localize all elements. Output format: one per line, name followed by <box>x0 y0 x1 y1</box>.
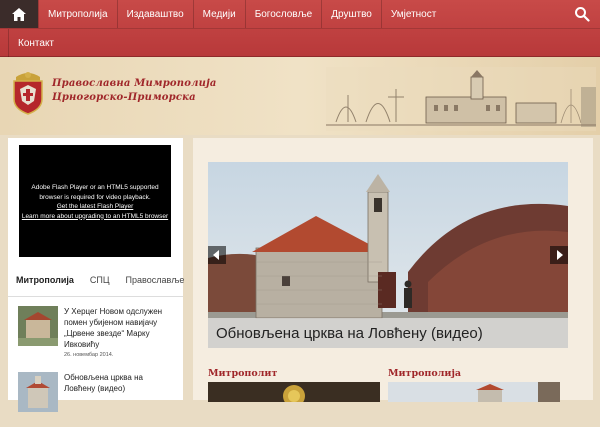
site-title-line2: Црногорско-Приморска <box>52 92 196 103</box>
section-title-mitropolija[interactable]: Митрополија <box>388 368 461 379</box>
monastery-illustration <box>326 67 596 131</box>
tab-spc[interactable]: СПЦ <box>82 264 118 296</box>
news-thumbnail[interactable] <box>18 372 58 412</box>
nav-item-mediji[interactable]: Медији <box>192 0 245 28</box>
nav-item-umjetnost[interactable]: Умјетност <box>380 0 445 28</box>
nav-item-mitropolija[interactable]: Митрополија <box>38 0 117 28</box>
section-image-mitropolit[interactable] <box>208 382 380 402</box>
nav-item-drustvo[interactable]: Друштво <box>321 0 381 28</box>
news-thumbnail[interactable] <box>18 306 58 346</box>
coat-of-arms-logo[interactable] <box>10 69 46 115</box>
nav-row-primary: Митрополија Издаваштво Медији Богословље… <box>0 0 445 28</box>
section-image-mitropolija[interactable] <box>388 382 560 402</box>
section-title-mitropolit[interactable]: Митрополит <box>208 368 277 379</box>
news-title[interactable]: Обновљена црква на Ловћену (видео) <box>64 372 176 394</box>
nav-item-bogoslovlje[interactable]: Богословље <box>244 0 322 28</box>
list-item[interactable]: У Херцег Новом одслужен помен убијеном н… <box>18 306 178 361</box>
news-date: 26. новембар 2014. <box>64 352 114 358</box>
nav-row-secondary: Контакт <box>0 28 600 57</box>
main-content: Обновљена црква на Ловћену (видео) Митро… <box>193 138 593 402</box>
chevron-left-icon <box>213 250 219 260</box>
slide-caption[interactable]: Обновљена црква на Ловћену (видео) <box>208 318 568 348</box>
slider-next-button[interactable] <box>550 246 568 264</box>
tab-pravoslavlje[interactable]: Православље <box>118 264 193 296</box>
site-header: Православна Мимрополија Црногорско-Примо… <box>0 57 600 135</box>
video-player-placeholder[interactable]: Adobe Flash Player or an HTML5 supported… <box>19 145 171 257</box>
tab-mitropolija[interactable]: Митрополија <box>8 264 82 296</box>
news-tabs: Митрополија СПЦ Православље <box>8 264 184 297</box>
site-title[interactable]: Православна Мимрополија Црногорско-Примо… <box>52 77 217 105</box>
nav-item-izdavastvo[interactable]: Издаваштво <box>116 0 193 28</box>
flash-message: Adobe Flash Player or an HTML5 supported… <box>31 184 159 201</box>
home-icon <box>12 7 26 21</box>
nav-item-kontakt[interactable]: Контакт <box>8 29 63 57</box>
search-icon[interactable] <box>574 6 590 22</box>
home-button[interactable] <box>0 0 38 28</box>
chevron-right-icon <box>557 250 563 260</box>
news-title[interactable]: У Херцег Новом одслужен помен убијеном н… <box>64 306 176 350</box>
left-sidebar: Adobe Flash Player or an HTML5 supported… <box>8 138 184 412</box>
slider-prev-button[interactable] <box>208 246 226 264</box>
flash-player-link[interactable]: Get the latest Flash Player <box>57 203 134 210</box>
site-title-line1: Православна Мимрополија <box>52 78 217 89</box>
html5-upgrade-link[interactable]: Learn more about upgrading to an HTML5 b… <box>22 213 168 220</box>
featured-slider[interactable]: Обновљена црква на Ловћену (видео) <box>208 162 568 348</box>
top-navigation: Митрополија Издаваштво Медији Богословље… <box>0 0 600 57</box>
